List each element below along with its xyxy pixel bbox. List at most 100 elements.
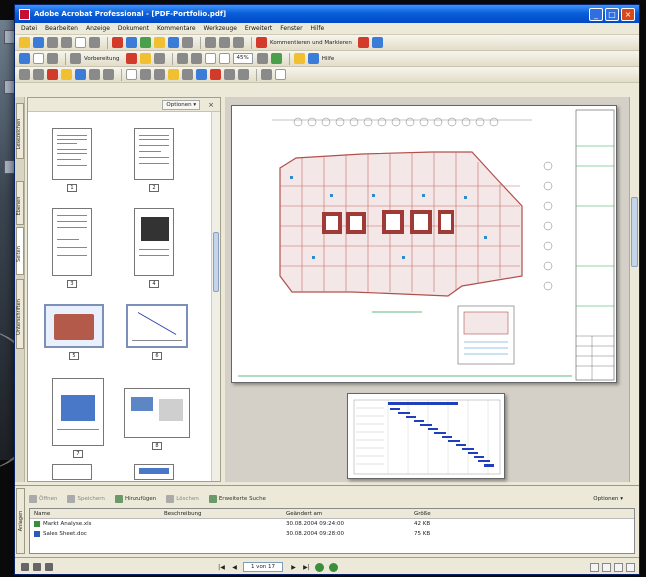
- tab-signatures[interactable]: Unterschriften: [16, 279, 24, 349]
- delete-icon[interactable]: [210, 69, 221, 80]
- delete-attachment-button[interactable]: Löschen: [166, 495, 199, 503]
- page-icon[interactable]: [126, 69, 137, 80]
- column-size[interactable]: Größe: [410, 511, 470, 517]
- layer-icon[interactable]: [261, 69, 272, 80]
- forms-icon[interactable]: [182, 37, 193, 48]
- button-tool-icon[interactable]: [196, 69, 207, 80]
- text-tool-icon[interactable]: [233, 37, 244, 48]
- first-page-button[interactable]: |◀: [217, 563, 226, 572]
- close-button[interactable]: ×: [621, 7, 635, 21]
- lock-icon[interactable]: [168, 69, 179, 80]
- tab-attachments[interactable]: Anlagen: [16, 488, 25, 554]
- page-fit-icon[interactable]: [204, 53, 216, 64]
- page-size-icon[interactable]: [45, 563, 53, 571]
- page-thumbnail[interactable]: [124, 388, 190, 438]
- print-icon[interactable]: [61, 37, 72, 48]
- combine-files-icon[interactable]: [126, 37, 137, 48]
- sign-icon[interactable]: [168, 37, 179, 48]
- menu-anzeige[interactable]: Anzeige: [86, 25, 110, 32]
- stamp-icon[interactable]: [371, 37, 383, 48]
- comment-markup-button[interactable]: Kommentieren und Markieren: [270, 40, 352, 46]
- email-icon[interactable]: [75, 37, 86, 48]
- comment-icon[interactable]: [256, 37, 267, 48]
- go-back-icon[interactable]: [315, 562, 324, 572]
- zoom-in-icon[interactable]: [190, 53, 202, 64]
- page-thumbnail[interactable]: [134, 128, 174, 180]
- column-modified[interactable]: Geändert am: [282, 511, 410, 517]
- insert-page-icon[interactable]: [238, 69, 249, 80]
- single-page-icon[interactable]: [590, 562, 599, 572]
- table-row[interactable]: Sales Sheet.doc 30.08.2004 09:28:00 75 K…: [30, 529, 634, 539]
- page-thumbnail[interactable]: [126, 304, 188, 348]
- pages-scrollbar[interactable]: [211, 112, 220, 481]
- menu-bearbeiten[interactable]: Bearbeiten: [45, 25, 78, 32]
- arrow-tool-icon[interactable]: [19, 69, 30, 80]
- menu-fenster[interactable]: Fenster: [280, 25, 302, 32]
- export-icon[interactable]: [140, 37, 151, 48]
- crop-icon[interactable]: [89, 69, 100, 80]
- title-bar[interactable]: Adobe Acrobat Professional - [PDF-Portfo…: [15, 5, 639, 23]
- page-thumbnail[interactable]: [52, 378, 104, 446]
- save-icon[interactable]: [47, 37, 58, 48]
- go-forward-icon[interactable]: [329, 562, 338, 572]
- pages-options-button[interactable]: Optionen ▾: [162, 99, 201, 110]
- maximize-button[interactable]: □: [605, 7, 619, 21]
- link-icon[interactable]: [75, 69, 86, 80]
- create-pdf-icon[interactable]: [33, 37, 44, 48]
- crop-tool-icon[interactable]: [224, 69, 235, 80]
- hand-icon[interactable]: [176, 53, 188, 64]
- arrow-right-icon[interactable]: [219, 37, 230, 48]
- menu-werkzeuge[interactable]: Werkzeuge: [204, 25, 237, 32]
- menu-datei[interactable]: Datei: [21, 25, 37, 32]
- article-icon[interactable]: [103, 69, 114, 80]
- page-thumbnail[interactable]: [52, 128, 92, 180]
- continuous-facing-icon[interactable]: [626, 562, 635, 572]
- continuous-icon[interactable]: [602, 562, 611, 572]
- close-panel-icon[interactable]: ×: [208, 101, 214, 109]
- last-page-button[interactable]: ▶|: [302, 563, 311, 572]
- line-tool-icon[interactable]: [33, 69, 44, 80]
- page-thumbnail-selected[interactable]: [44, 304, 104, 348]
- attachments-options-button[interactable]: Optionen ▾: [593, 496, 623, 502]
- search-icon[interactable]: [89, 37, 100, 48]
- menu-erweitert[interactable]: Erweitert: [245, 25, 272, 32]
- document-scrollbar[interactable]: [629, 97, 639, 482]
- add-attachment-button[interactable]: Hinzufügen: [114, 495, 156, 503]
- highlight-icon[interactable]: [357, 37, 369, 48]
- zoom-select[interactable]: 45%: [232, 53, 253, 64]
- tab-bookmarks[interactable]: Lesezeichen: [16, 103, 24, 159]
- menu-hilfe[interactable]: Hilfe: [311, 25, 325, 32]
- typewriter-icon[interactable]: [70, 53, 81, 64]
- attach-icon[interactable]: [153, 53, 165, 64]
- pen-icon[interactable]: [125, 53, 137, 64]
- page-number-input[interactable]: 1 von 17: [243, 562, 283, 572]
- page-thumbnail[interactable]: [134, 464, 174, 480]
- table-row[interactable]: Markt Analyse.xls 30.08.2004 09:24:00 42…: [30, 519, 634, 529]
- help-icon[interactable]: [307, 53, 319, 64]
- zoom-out-icon[interactable]: [256, 53, 268, 64]
- advanced-search-button[interactable]: Erweiterte Suche: [208, 495, 266, 503]
- document-view[interactable]: [225, 97, 629, 482]
- save-attachment-button[interactable]: Speichern: [67, 495, 105, 503]
- page-width-icon[interactable]: [218, 53, 230, 64]
- create-pdf-button-icon[interactable]: [112, 37, 123, 48]
- secure-icon[interactable]: [154, 37, 165, 48]
- column-name[interactable]: Name: [30, 511, 160, 517]
- arrow-icon[interactable]: [205, 37, 216, 48]
- next-page-button[interactable]: ▶: [289, 563, 298, 572]
- text-select-icon[interactable]: [33, 53, 44, 64]
- page-thumbnail[interactable]: [134, 208, 174, 276]
- pencil-icon[interactable]: [61, 69, 72, 80]
- rotate-icon[interactable]: [270, 53, 282, 64]
- select-icon[interactable]: [19, 53, 30, 64]
- read-aloud-icon[interactable]: [293, 53, 305, 64]
- menu-dokument[interactable]: Dokument: [118, 25, 149, 32]
- column-description[interactable]: Beschreibung: [160, 511, 282, 517]
- lock-icon[interactable]: [33, 563, 41, 571]
- measure-icon[interactable]: [154, 69, 165, 80]
- page-thumbnail[interactable]: [52, 208, 92, 276]
- snapshot-icon[interactable]: [47, 53, 58, 64]
- page-thumbnail[interactable]: [52, 464, 92, 480]
- tab-layers[interactable]: Ebenen: [16, 181, 24, 225]
- review-button[interactable]: Vorbereitung: [84, 56, 120, 62]
